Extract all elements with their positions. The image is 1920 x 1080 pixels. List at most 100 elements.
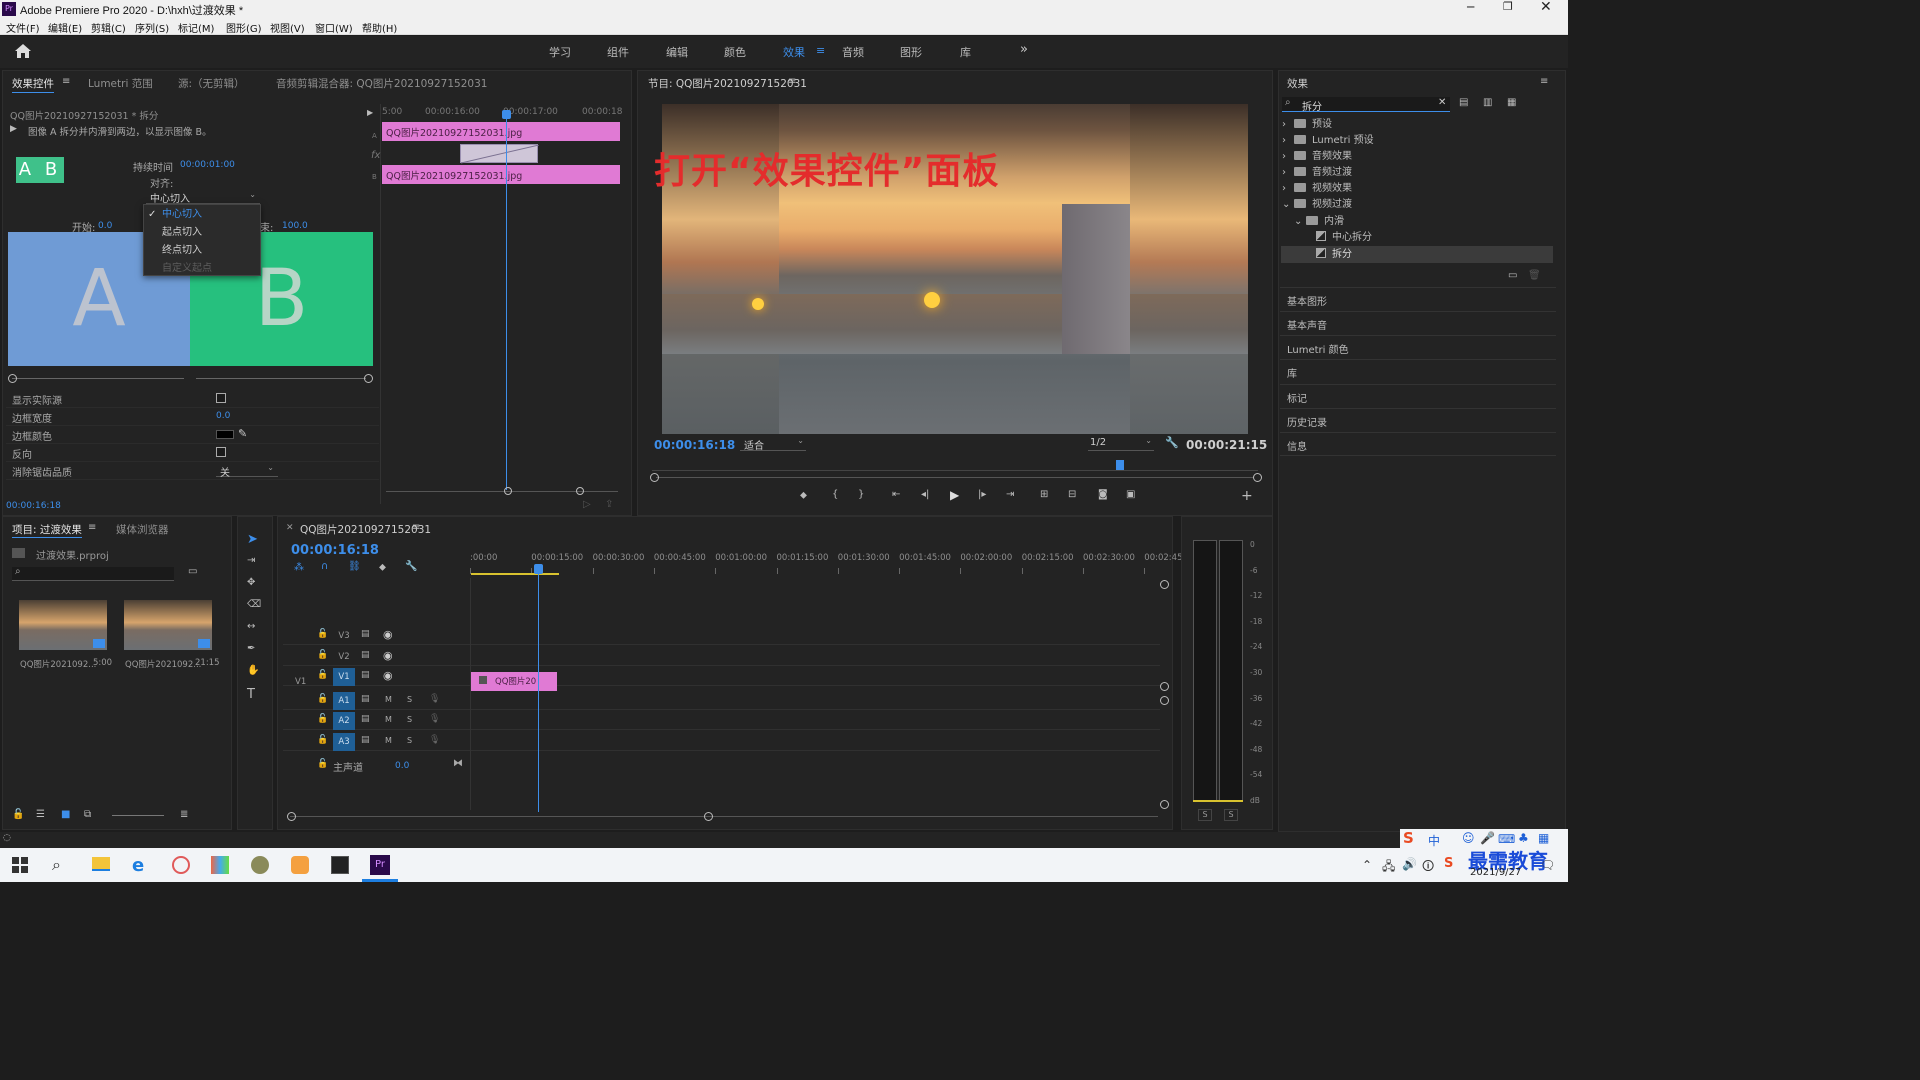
section-info[interactable]: 信息 <box>1280 432 1556 456</box>
volume-icon[interactable]: 🔊 <box>1402 857 1417 871</box>
home-icon[interactable] <box>14 43 32 59</box>
play-transition-icon[interactable]: ▶ <box>10 124 17 134</box>
duration-value[interactable]: 00:00:01:00 <box>180 160 235 170</box>
lock-icon[interactable]: 🔓 <box>317 670 328 680</box>
effects-folder-audio-effects[interactable]: › 音频效果 <box>1282 149 1552 165</box>
color-swatch[interactable] <box>216 430 234 439</box>
vertical-scroll-handle[interactable] <box>1160 580 1169 589</box>
lock-icon[interactable]: 🔓 <box>317 629 328 639</box>
menu-view[interactable]: 视图(V) <box>270 20 305 35</box>
workspace-menu-icon[interactable]: ≡ <box>816 44 825 57</box>
add-marker-icon[interactable]: ⬥ <box>800 490 807 501</box>
microphone-icon[interactable]: 🎤 <box>1480 831 1495 845</box>
start-slider[interactable] <box>12 378 184 379</box>
timeline-clip-v1[interactable]: QQ图片20 <box>471 672 557 691</box>
eyedropper-icon[interactable]: ✎ <box>238 427 247 440</box>
effects-folder-video-transitions[interactable]: ⌄ 视频过渡 <box>1282 197 1552 213</box>
eye-icon[interactable]: ◉ <box>383 649 393 662</box>
linked-selection-icon[interactable]: ⛓ <box>348 561 361 572</box>
start-value[interactable]: 0.0 <box>98 221 112 231</box>
accelerated-effects-icon[interactable]: ▤ <box>1459 97 1468 108</box>
more-workspaces-icon[interactable]: » <box>1020 42 1028 57</box>
tab-project[interactable]: 项目: 过渡效果 <box>12 522 82 538</box>
effects-folder-video-effects[interactable]: › 视频效果 <box>1282 181 1552 197</box>
close-button[interactable]: ✕ <box>1540 0 1554 17</box>
timeline-ruler[interactable]: :00:00 00:00:15:00 00:00:30:00 00:00:45:00 0… <box>470 550 1185 576</box>
source-patch-v1[interactable]: V1 <box>295 677 306 687</box>
lift-icon[interactable]: ⊞ <box>1040 489 1048 500</box>
timeline-playhead-head[interactable] <box>534 564 543 574</box>
add-marker-icon[interactable]: ⬥ <box>379 562 386 573</box>
step-back-icon[interactable]: ◂| <box>921 489 929 500</box>
clear-search-icon[interactable]: ✕ <box>1438 97 1446 108</box>
tab-effect-controls[interactable]: 效果控件 <box>12 76 54 93</box>
effects-folder-audio-transitions[interactable]: › 音频过渡 <box>1282 165 1552 181</box>
ec-transition-block[interactable] <box>460 144 539 164</box>
vertical-scroll-handle[interactable] <box>1160 800 1169 809</box>
panel-menu-icon[interactable]: ≡ <box>1540 76 1548 87</box>
tab-audio-clip-mixer[interactable]: 音频剪辑混合器: QQ图片20210927152031 <box>276 76 487 91</box>
menu-window[interactable]: 窗口(W) <box>315 20 353 35</box>
track-target-toggle[interactable]: A3 <box>333 733 355 751</box>
delete-icon[interactable]: 🗑 <box>1528 270 1541 281</box>
pen-tool-icon[interactable]: ✒ <box>247 643 255 654</box>
lock-icon[interactable]: 🔓 <box>317 759 328 769</box>
project-search-input[interactable]: ⌕ <box>12 566 174 581</box>
track-target-toggle[interactable]: V2 <box>333 648 355 666</box>
section-lumetri-color[interactable]: Lumetri 颜色 <box>1280 335 1556 359</box>
lock-icon[interactable]: 🔓 <box>317 714 328 724</box>
tray-sogou-icon[interactable]: S <box>1444 856 1453 871</box>
tray-chevron-icon[interactable]: ⌃ <box>1362 858 1372 872</box>
menu-sequence[interactable]: 序列(S) <box>135 20 169 35</box>
workspace-learn[interactable]: 学习 <box>549 44 571 60</box>
timeline-zoom-bar[interactable] <box>290 816 1158 817</box>
edge-icon[interactable]: e <box>132 855 144 876</box>
fit-select[interactable]: 适合 ⌄ <box>740 436 806 452</box>
ec-clip-b[interactable]: QQ图片20210927152031.jpg <box>382 165 620 184</box>
end-value[interactable]: 100.0 <box>282 221 308 231</box>
voice-over-icon[interactable]: 🎙 <box>429 735 440 745</box>
zoom-right-handle[interactable] <box>1253 473 1262 482</box>
voice-over-icon[interactable]: 🎙 <box>429 694 440 704</box>
border-width-value[interactable]: 0.0 <box>216 411 230 421</box>
workspace-editing[interactable]: 编辑 <box>666 44 688 60</box>
selection-tool-icon[interactable]: ➤ <box>247 532 258 547</box>
app-icon-6[interactable] <box>291 856 309 874</box>
timeline-timecode[interactable]: 00:00:16:18 <box>291 543 379 558</box>
timeline-settings-icon[interactable]: 🔧 <box>405 561 417 572</box>
eye-icon[interactable]: ◉ <box>383 628 393 641</box>
compare-icon[interactable]: ▣ <box>1126 489 1135 500</box>
go-to-in-icon[interactable]: ⇤ <box>892 489 900 500</box>
hand-tool-icon[interactable]: ✋ <box>247 665 259 676</box>
slip-tool-icon[interactable]: ↔ <box>247 621 255 632</box>
zoom-left-handle[interactable] <box>650 473 659 482</box>
voice-over-icon[interactable]: 🎙 <box>429 714 440 724</box>
master-volume-value[interactable]: 0.0 <box>395 761 409 771</box>
toolbox-icon[interactable]: ▦ <box>1538 831 1549 845</box>
new-bin-icon[interactable]: ▭ <box>188 566 197 577</box>
menu-help[interactable]: 帮助(H) <box>362 20 397 35</box>
sync-lock-icon[interactable]: ▤ <box>361 694 370 704</box>
ec-zoom-left-handle[interactable] <box>504 487 512 495</box>
maximize-button[interactable]: ❐ <box>1503 0 1517 18</box>
program-playhead[interactable] <box>1116 460 1124 470</box>
export-icon[interactable]: ⇪ <box>605 499 613 510</box>
network-icon[interactable]: 🖧 <box>1382 857 1395 878</box>
snap-icon[interactable]: ∩ <box>321 561 328 572</box>
panel-menu-icon[interactable]: ≡ <box>412 522 420 533</box>
mute-button[interactable]: M <box>385 736 392 745</box>
workspace-audio[interactable]: 音频 <box>842 44 864 60</box>
close-sequence-icon[interactable]: ✕ <box>286 523 294 533</box>
sync-lock-icon[interactable]: ▤ <box>361 650 370 660</box>
photos-icon[interactable] <box>331 856 349 874</box>
section-libraries[interactable]: 库 <box>1280 359 1556 383</box>
project-item[interactable] <box>19 600 107 650</box>
ec-playhead-head[interactable] <box>502 110 511 119</box>
razor-tool-icon[interactable]: ⌫ <box>247 599 261 610</box>
keyboard-icon[interactable]: ⌨ <box>1498 832 1515 846</box>
sync-lock-icon[interactable]: ▤ <box>361 670 370 680</box>
menu-marker[interactable]: 标记(M) <box>178 20 214 35</box>
mark-in-icon[interactable]: { <box>832 489 838 500</box>
effect-center-split[interactable]: 中心拆分 <box>1316 230 1586 246</box>
lock-icon[interactable]: 🔓 <box>12 809 24 820</box>
